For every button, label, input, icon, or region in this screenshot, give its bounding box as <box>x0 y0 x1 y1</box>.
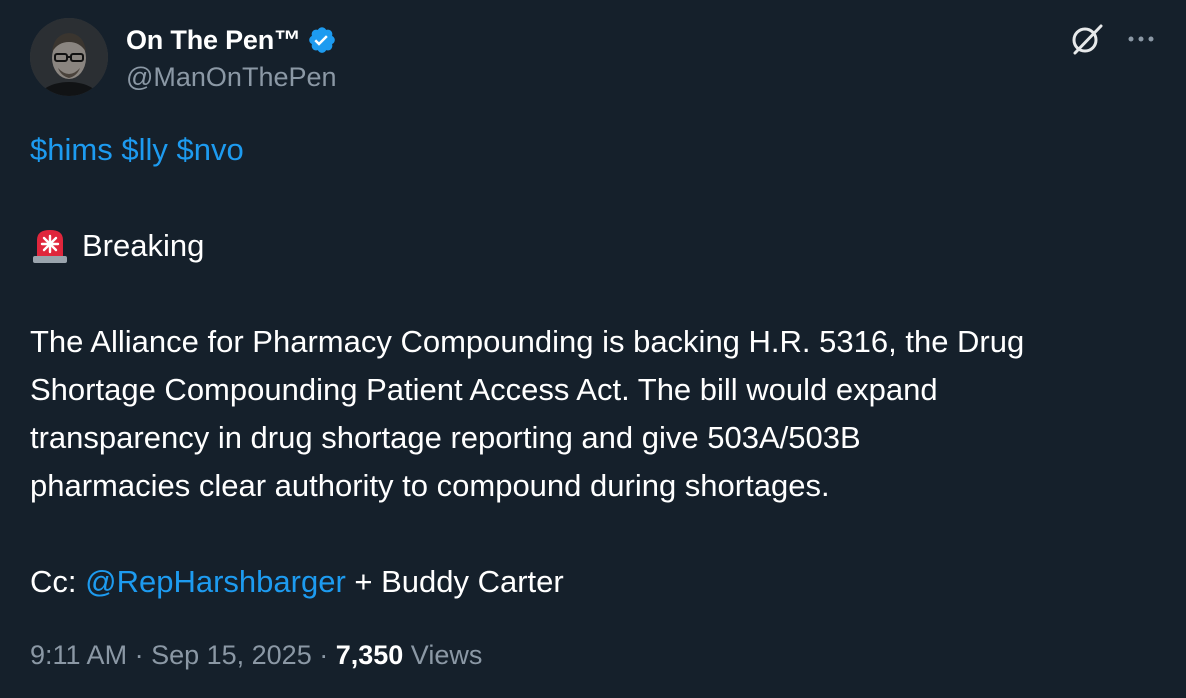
avatar-image <box>30 18 108 96</box>
tweet-body-line: The Alliance for Pharmacy Compounding is… <box>30 324 1025 359</box>
cashtag-link[interactable]: $hims <box>30 132 113 167</box>
display-name-row[interactable]: On The Pen™ <box>126 22 337 58</box>
views-label[interactable]: Views <box>403 640 483 670</box>
breaking-label: Breaking <box>82 228 205 263</box>
grok-icon[interactable] <box>1070 22 1104 56</box>
verified-badge-icon[interactable] <box>307 25 337 55</box>
display-name[interactable]: On The Pen™ <box>126 25 301 56</box>
avatar[interactable] <box>30 18 108 96</box>
meta-separator: · <box>311 640 336 670</box>
author-handle[interactable]: @ManOnThePen <box>126 62 337 93</box>
tweet-meta: 9:11 AM · Sep 15, 2025 · 7,350 Views <box>30 640 482 671</box>
mention-link[interactable]: @RepHarshbarger <box>85 564 346 599</box>
meta-separator: · <box>127 640 152 670</box>
cashtag-line: $hims $lly $nvo <box>30 126 244 174</box>
cc-prefix: Cc: <box>30 564 86 599</box>
tweet-body: The Alliance for Pharmacy Compounding is… <box>30 318 1024 510</box>
cashtag-link[interactable]: $lly <box>121 132 168 167</box>
tweet-body-line: pharmacies clear authority to compound d… <box>30 468 830 503</box>
tweet-card: On The Pen™ @ManOnThePen $hims $lly $nvo <box>0 0 1186 698</box>
cc-suffix: + Buddy Carter <box>345 564 564 599</box>
tweet-body-line: Shortage Compounding Patient Access Act.… <box>30 372 938 407</box>
tweet-date[interactable]: Sep 15, 2025 <box>151 640 312 670</box>
tweet-time[interactable]: 9:11 AM <box>30 640 127 670</box>
cashtag-link[interactable]: $nvo <box>176 132 243 167</box>
more-options-icon[interactable] <box>1124 24 1158 54</box>
tweet-body-line: transparency in drug shortage reporting … <box>30 420 861 455</box>
cc-line: Cc: @RepHarshbarger + Buddy Carter <box>30 558 564 606</box>
breaking-line: Breaking <box>30 222 204 270</box>
views-count[interactable]: 7,350 <box>336 640 404 670</box>
rotating-light-icon <box>30 226 70 266</box>
